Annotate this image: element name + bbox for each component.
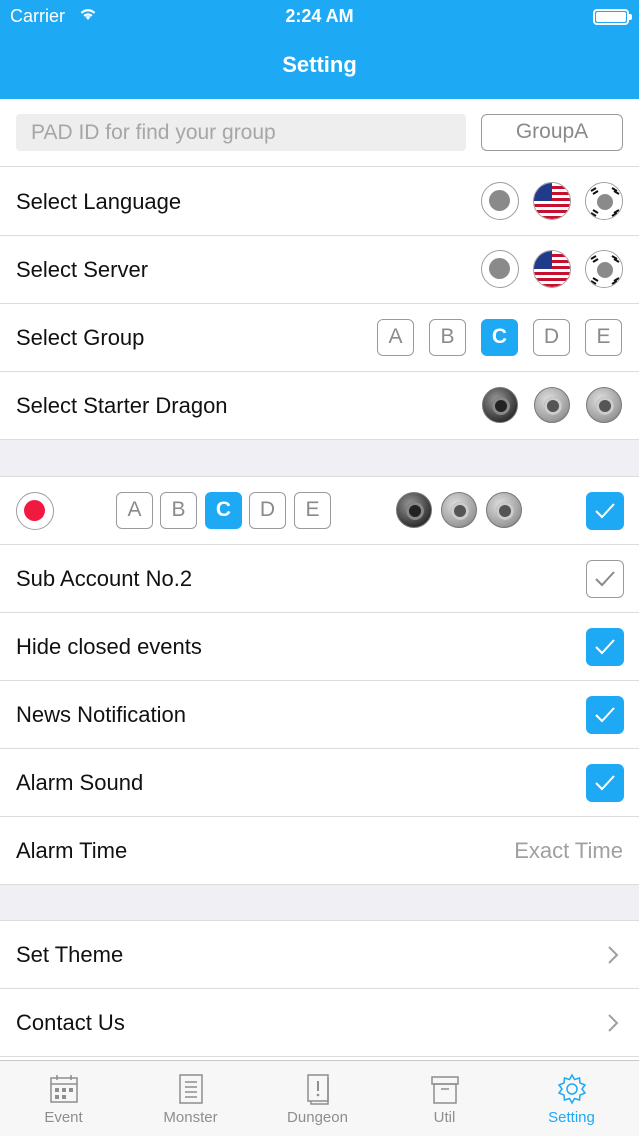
pad-id-row: PAD ID for find your group GroupA <box>0 99 639 167</box>
select-starter-dragon-row: Select Starter Dragon <box>0 372 639 440</box>
account-group-d[interactable]: D <box>249 492 286 529</box>
section-separator <box>0 440 639 477</box>
group-option-c[interactable]: C <box>481 319 518 356</box>
set-theme-row[interactable]: Set Theme <box>0 921 639 989</box>
dark-dragon-icon[interactable] <box>482 387 518 423</box>
tab-util-label: Util <box>433 1109 456 1126</box>
tab-setting[interactable]: Setting <box>508 1061 635 1136</box>
water-dragon-icon[interactable] <box>534 387 570 423</box>
alarm-sound-label: Alarm Sound <box>16 770 144 795</box>
language-option-none[interactable] <box>481 182 519 220</box>
tab-event-label: Event <box>44 1109 83 1126</box>
select-group-label: Select Group <box>16 325 145 350</box>
hide-closed-events-checkbox[interactable] <box>586 628 624 666</box>
contact-us-label: Contact Us <box>16 1010 125 1035</box>
tab-dungeon[interactable]: Dungeon <box>254 1061 381 1136</box>
page-title: Setting <box>282 52 357 77</box>
server-option-none[interactable] <box>481 250 519 288</box>
alarm-sound-row: Alarm Sound <box>0 749 639 817</box>
korea-flag-icon[interactable] <box>585 182 623 220</box>
news-notification-label: News Notification <box>16 702 186 727</box>
alarm-time-label: Alarm Time <box>16 838 128 863</box>
sub-account-row: Sub Account No.2 <box>0 545 639 613</box>
set-theme-label: Set Theme <box>16 942 124 967</box>
list-icon <box>179 1074 203 1104</box>
contact-us-row[interactable]: Contact Us <box>0 989 639 1057</box>
us-flag-icon[interactable] <box>533 182 571 220</box>
select-server-label: Select Server <box>16 257 149 282</box>
select-server-row: Select Server <box>0 236 639 304</box>
wind-dragon-icon[interactable] <box>586 387 622 423</box>
tab-bar: Event Monster Dungeon Util Setting <box>0 1060 639 1136</box>
tab-util[interactable]: Util <box>381 1061 508 1136</box>
select-starter-dragon-label: Select Starter Dragon <box>16 393 228 418</box>
korea-flag-icon[interactable] <box>585 250 623 288</box>
group-option-d[interactable]: D <box>533 319 570 356</box>
status-bar: Carrier 2:24 AM <box>0 0 639 34</box>
alarm-time-row[interactable]: Alarm Time Exact Time <box>0 817 639 885</box>
alarm-sound-checkbox[interactable] <box>586 764 624 802</box>
news-notification-row: News Notification <box>0 681 639 749</box>
select-group-row: Select Group A B C D E <box>0 304 639 372</box>
tab-monster-label: Monster <box>163 1109 218 1126</box>
section-separator <box>0 885 639 921</box>
navigation-header: Carrier 2:24 AM Setting <box>0 0 639 99</box>
us-flag-icon[interactable] <box>533 250 571 288</box>
tab-monster[interactable]: Monster <box>127 1061 254 1136</box>
chevron-right-icon <box>608 946 619 964</box>
account-group-a[interactable]: A <box>116 492 153 529</box>
group-button[interactable]: GroupA <box>481 114 623 151</box>
record-icon[interactable] <box>16 492 54 530</box>
account-group-b[interactable]: B <box>160 492 197 529</box>
account-group-e[interactable]: E <box>294 492 331 529</box>
status-time: 2:24 AM <box>285 6 354 26</box>
account-checkbox[interactable] <box>586 492 624 530</box>
group-option-b[interactable]: B <box>429 319 466 356</box>
battery-icon <box>593 9 632 25</box>
chevron-right-icon <box>608 1014 619 1032</box>
group-option-e[interactable]: E <box>585 319 622 356</box>
account-row: A B C D E <box>0 477 639 545</box>
sub-account-label: Sub Account No.2 <box>16 566 193 591</box>
sub-account-checkbox[interactable] <box>586 560 624 598</box>
select-language-row: Select Language <box>0 168 639 236</box>
tab-setting-label: Setting <box>548 1109 595 1126</box>
hide-closed-events-label: Hide closed events <box>16 634 202 659</box>
news-notification-checkbox[interactable] <box>586 696 624 734</box>
wind-dragon-icon[interactable] <box>486 492 522 528</box>
dark-dragon-icon[interactable] <box>396 492 432 528</box>
tab-dungeon-label: Dungeon <box>287 1109 348 1126</box>
calendar-icon <box>50 1075 78 1103</box>
hide-closed-events-row: Hide closed events <box>0 613 639 681</box>
alarm-time-value[interactable]: Exact Time <box>514 817 623 885</box>
water-dragon-icon[interactable] <box>441 492 477 528</box>
account-group-c[interactable]: C <box>205 492 242 529</box>
tab-event[interactable]: Event <box>0 1061 127 1136</box>
gear-icon <box>557 1073 587 1105</box>
archive-box-icon <box>431 1076 459 1104</box>
pad-id-input[interactable]: PAD ID for find your group <box>16 114 466 151</box>
alert-book-icon <box>307 1074 329 1105</box>
select-language-label: Select Language <box>16 189 182 214</box>
group-option-a[interactable]: A <box>377 319 414 356</box>
